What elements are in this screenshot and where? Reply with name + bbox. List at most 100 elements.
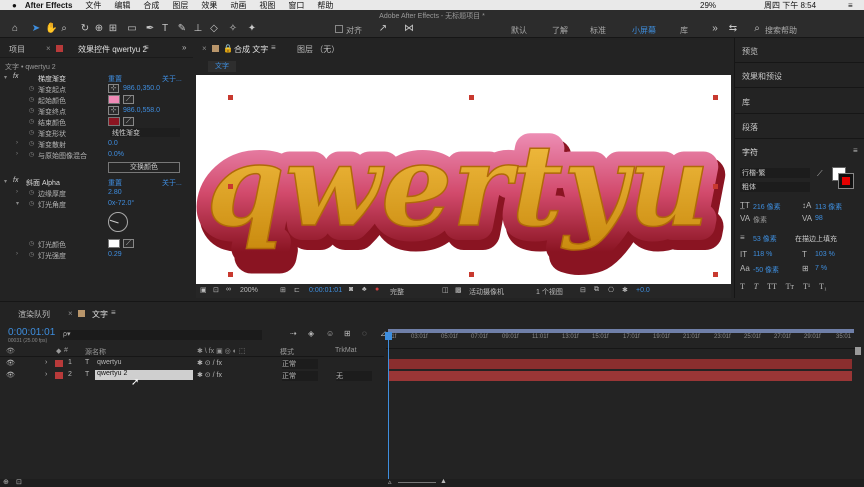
transform-handle[interactable] bbox=[228, 184, 233, 189]
stopwatch-icon[interactable]: ◷ bbox=[29, 140, 34, 147]
always-preview-icon[interactable]: ▣ bbox=[200, 286, 207, 294]
tab-project[interactable]: 项目 bbox=[9, 44, 25, 55]
pen-tool-icon[interactable]: ✒ bbox=[145, 24, 155, 34]
stroke-mode-dropdown[interactable]: 在描边上填充 bbox=[795, 234, 837, 244]
roi-icon[interactable]: ◫ bbox=[442, 286, 449, 294]
stopwatch-icon[interactable]: ◷ bbox=[29, 189, 34, 196]
zoom-slider[interactable] bbox=[398, 482, 436, 483]
stopwatch-icon[interactable]: ◷ bbox=[29, 240, 34, 247]
transform-handle[interactable] bbox=[713, 184, 718, 189]
current-time[interactable]: 0:00:01:01 bbox=[309, 287, 342, 294]
views-dropdown[interactable]: 1 个视图 bbox=[536, 287, 563, 297]
snapshot-icon[interactable]: ◙ bbox=[349, 286, 353, 293]
tab-timeline-comp[interactable]: 文字 bbox=[92, 309, 108, 320]
playhead-handle[interactable] bbox=[385, 332, 392, 340]
zoom-in-icon[interactable]: ▲ bbox=[440, 478, 447, 485]
twirl-icon[interactable]: › bbox=[16, 140, 18, 146]
tab-composition[interactable]: 合成 文字 bbox=[234, 44, 268, 55]
search-help-input[interactable]: 搜索帮助 bbox=[765, 25, 797, 36]
prop-value[interactable]: 0.29 bbox=[108, 251, 122, 258]
stopwatch-icon[interactable]: ◷ bbox=[29, 129, 34, 136]
twirl-icon[interactable]: › bbox=[45, 359, 47, 366]
panel-menu-icon[interactable]: ≡ bbox=[144, 43, 149, 52]
close-icon[interactable]: × bbox=[68, 309, 73, 318]
workspace-small-screen[interactable]: 小屏幕 bbox=[632, 25, 656, 36]
font-style-dropdown[interactable]: 粗体 bbox=[740, 182, 810, 192]
menu-file[interactable]: 文件 bbox=[85, 0, 101, 11]
stopwatch-icon[interactable]: ◷ bbox=[29, 96, 34, 103]
menu-animation[interactable]: 动画 bbox=[230, 0, 246, 11]
eyedropper-icon[interactable]: ⟋ bbox=[123, 239, 134, 248]
transform-handle[interactable] bbox=[228, 272, 233, 277]
comp-subtab[interactable]: 文字 bbox=[208, 61, 236, 72]
toggle-switches-icon[interactable]: ⊡ bbox=[16, 478, 22, 486]
twirl-icon[interactable]: › bbox=[16, 189, 18, 195]
brush-tool-icon[interactable]: ✎ bbox=[177, 24, 187, 34]
layer-name[interactable]: qwertyu bbox=[97, 359, 122, 366]
work-area-bar[interactable] bbox=[388, 329, 854, 333]
camera-dropdown[interactable]: 活动摄像机 bbox=[469, 287, 504, 297]
menu-view[interactable]: 视图 bbox=[259, 0, 275, 11]
puppet-tool-icon[interactable]: ✦ bbox=[247, 24, 257, 34]
twirl-icon[interactable]: ▾ bbox=[4, 178, 7, 185]
close-icon[interactable]: × bbox=[46, 44, 51, 53]
zoom-tool-icon[interactable]: ⌕ bbox=[59, 24, 69, 34]
render-time-icon[interactable]: ⊕ bbox=[3, 478, 9, 486]
flowchart-icon[interactable]: ⎔ bbox=[608, 286, 614, 294]
timeline-icon[interactable]: ⧉ bbox=[594, 286, 599, 294]
zoom-out-icon[interactable]: ▵ bbox=[388, 478, 392, 486]
crosshair-icon[interactable]: ⊹ bbox=[108, 106, 119, 115]
more-workspaces-icon[interactable]: » bbox=[710, 24, 720, 34]
menu-help[interactable]: 帮助 bbox=[317, 0, 333, 11]
reset-exposure-icon[interactable]: ✱ bbox=[622, 286, 628, 294]
eyedropper-icon[interactable]: ⟋ bbox=[123, 117, 134, 126]
trkmat-dropdown[interactable]: 无 bbox=[336, 371, 372, 381]
mask-icon[interactable]: ⊡ bbox=[213, 286, 219, 294]
stopwatch-icon[interactable]: ◷ bbox=[29, 107, 34, 114]
frame-blend-icon[interactable]: ⊞ bbox=[344, 329, 351, 338]
layer-duration-bar[interactable] bbox=[388, 359, 852, 369]
swap-colors-button[interactable]: 交换颜色 bbox=[108, 162, 180, 173]
angle-dial[interactable] bbox=[108, 212, 128, 232]
end-color-swatch[interactable] bbox=[108, 117, 120, 126]
twirl-icon[interactable]: › bbox=[16, 251, 18, 257]
comp-mini-flowchart-icon[interactable]: ⇢ bbox=[290, 329, 297, 338]
trkmat-header[interactable]: TrkMat bbox=[335, 347, 357, 354]
workspace-default[interactable]: 默认 bbox=[511, 25, 527, 36]
twirl-icon[interactable]: › bbox=[45, 371, 47, 378]
light-color-swatch[interactable] bbox=[108, 239, 120, 248]
workspace-standard[interactable]: 标准 bbox=[590, 25, 606, 36]
shape-dropdown[interactable]: 线性渐变 bbox=[110, 128, 180, 137]
lock-icon[interactable]: 🔒 bbox=[223, 44, 233, 53]
snap-icon[interactable]: ↗ bbox=[378, 24, 388, 34]
menu-icon[interactable]: ≡ bbox=[848, 1, 853, 10]
hand-tool-icon[interactable]: ✋ bbox=[45, 24, 57, 34]
font-family-dropdown[interactable]: 行楷-繁 bbox=[740, 168, 810, 178]
layer-label-color[interactable] bbox=[55, 360, 63, 367]
font-size-value[interactable]: 216 像素 bbox=[753, 202, 781, 212]
stopwatch-icon[interactable]: ◷ bbox=[29, 85, 34, 92]
panel-menu-icon[interactable]: ≡ bbox=[111, 308, 116, 317]
layer-row-1[interactable]: 👁 › 1 T qwertyu ✱ ⊙ / fx 正常 bbox=[0, 358, 864, 370]
layer-name[interactable]: qwertyu 2 bbox=[95, 370, 193, 380]
transform-handle[interactable] bbox=[713, 95, 718, 100]
rotate-tool-icon[interactable]: ↻ bbox=[80, 24, 90, 34]
panel-preview[interactable]: 预览 bbox=[742, 46, 758, 57]
prop-value[interactable]: 986.0,558.0 bbox=[123, 107, 160, 114]
sync-icon[interactable]: ⇆ bbox=[728, 24, 738, 34]
draft-3d-icon[interactable]: ◈ bbox=[308, 329, 314, 338]
layer-search-input[interactable]: ρ▾ bbox=[60, 330, 262, 340]
transform-handle[interactable] bbox=[713, 272, 718, 277]
panel-menu-icon[interactable]: ≡ bbox=[853, 146, 858, 155]
layer-duration-bar[interactable] bbox=[388, 371, 852, 381]
app-menu[interactable]: After Effects bbox=[25, 1, 73, 10]
clone-tool-icon[interactable]: ⊥ bbox=[193, 24, 203, 34]
panel-menu-icon[interactable]: ≡ bbox=[271, 43, 276, 52]
region-icon[interactable]: ⊏ bbox=[294, 286, 300, 294]
fx-icon[interactable]: fx bbox=[13, 177, 18, 184]
transform-handle[interactable] bbox=[469, 272, 474, 277]
roto-tool-icon[interactable]: ✧ bbox=[228, 24, 238, 34]
leading-value[interactable]: 113 像素 bbox=[815, 202, 842, 212]
effect-gradient-header[interactable]: ▾ fx 梯度渐变 重置 关于... bbox=[0, 72, 193, 83]
source-name-header[interactable]: 源名称 bbox=[85, 347, 106, 357]
